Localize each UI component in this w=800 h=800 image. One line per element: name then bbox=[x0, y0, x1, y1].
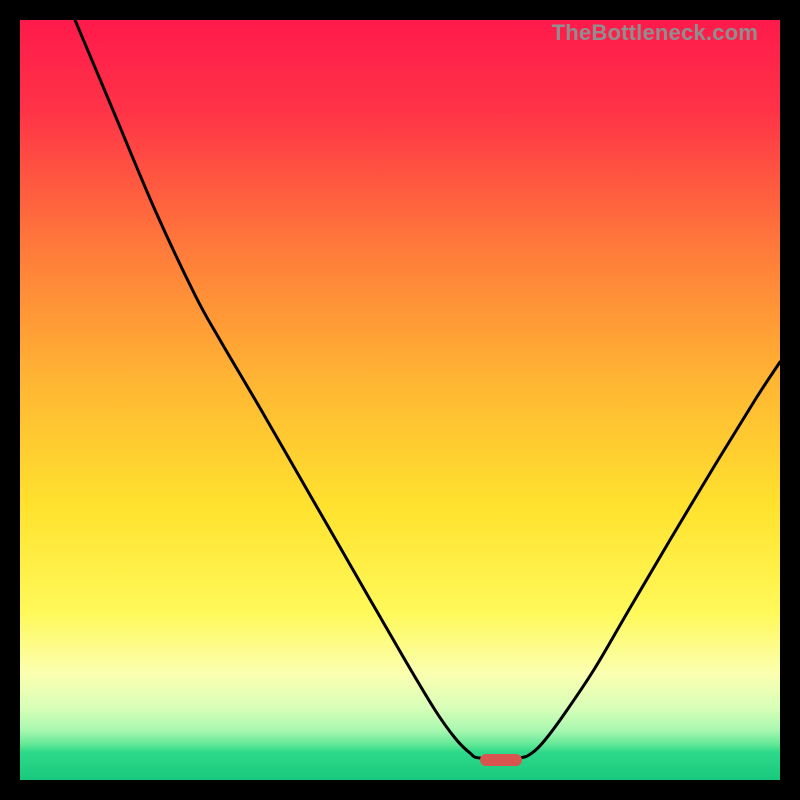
watermark-text: TheBottleneck.com bbox=[552, 20, 758, 46]
chart-svg bbox=[20, 20, 780, 780]
chart-background bbox=[20, 20, 780, 780]
chart-frame: TheBottleneck.com bbox=[20, 20, 780, 780]
optimal-zone-marker bbox=[480, 754, 522, 766]
